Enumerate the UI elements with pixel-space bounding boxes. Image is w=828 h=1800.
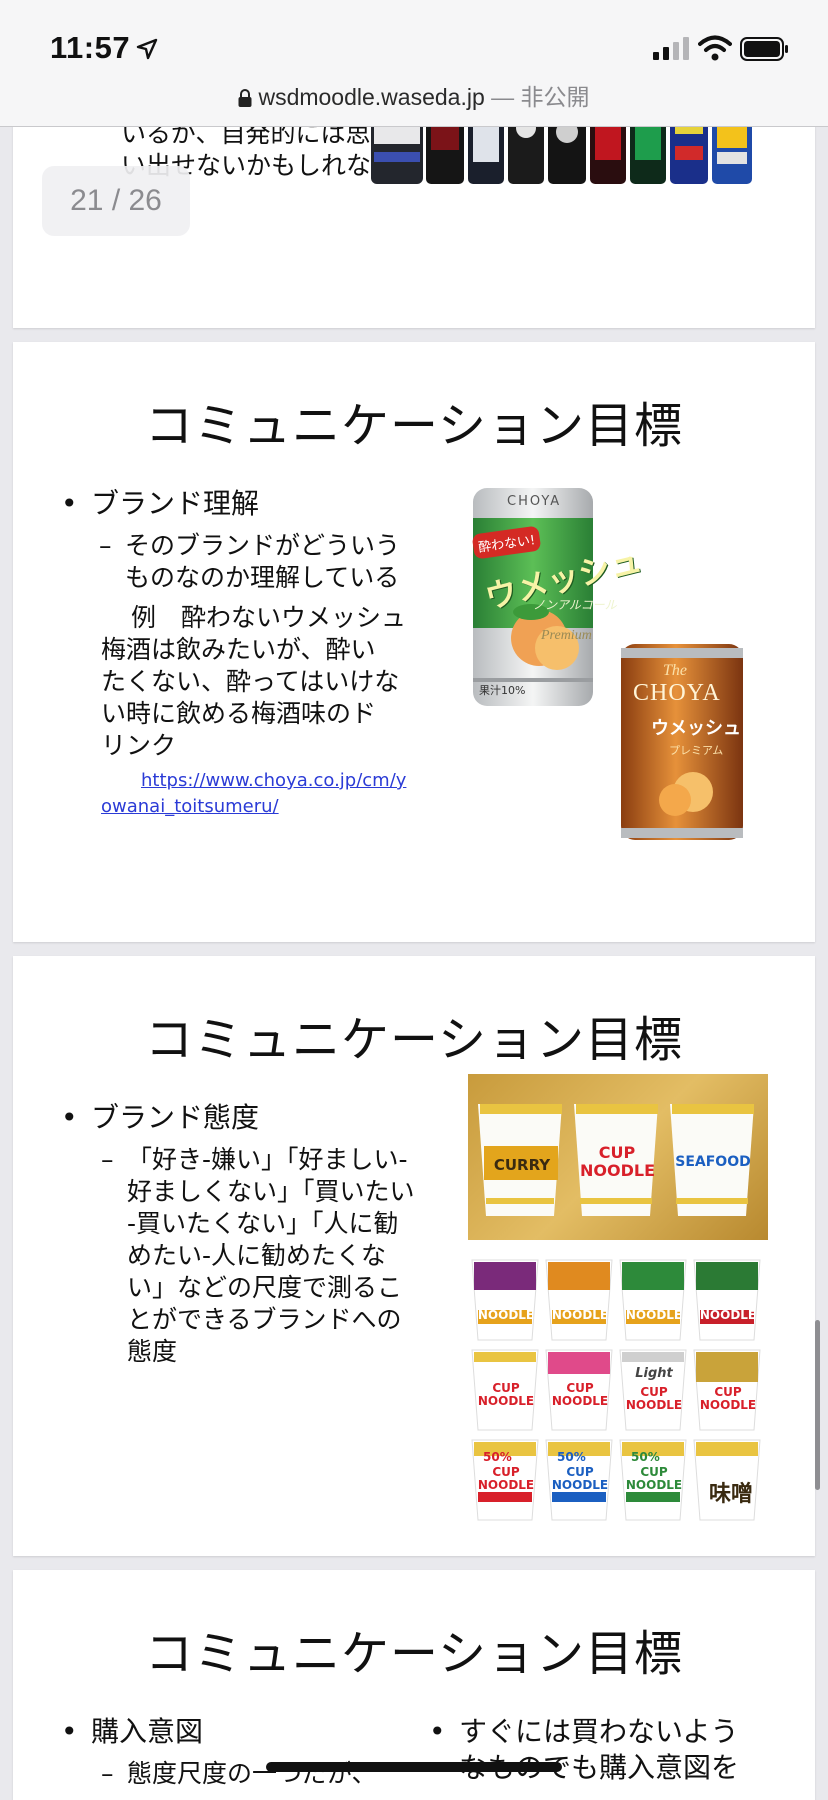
battery-icon: [740, 37, 788, 61]
url-domain: wsdmoodle.waseda.jp: [258, 84, 485, 110]
can1-sub: ノンアルコール: [533, 598, 617, 612]
slide-title: コミュニケーション目標: [144, 1014, 684, 1067]
slide-title: コミュニケーション目標: [144, 400, 684, 453]
cup-seafood-label: SEAFOOD: [675, 1154, 751, 1170]
slide-brand-understanding: コミュニケーション目標 ブランド理解 – そのブランドがどういう ものなのか理解…: [13, 342, 815, 942]
page-counter: 21 / 26: [42, 166, 190, 236]
location-arrow-icon: [136, 38, 158, 60]
grid-cup-label-10: CUP NOODLE: [551, 1465, 609, 1492]
grid-light-label: Light: [635, 1366, 673, 1381]
grid-cup-label-3: CUP NOODLE: [625, 1295, 683, 1322]
grid-cup-label-11: CUP NOODLE: [625, 1465, 683, 1492]
grid-cup-label-4: CUP NOODLE: [699, 1295, 757, 1322]
grid-cup-label-1: CUP NOODLE: [477, 1295, 535, 1322]
bullet-brand-attitude: ブランド態度: [61, 1100, 259, 1136]
bullet-brand-understanding: ブランド理解: [61, 486, 259, 522]
status-time: 11:57: [50, 30, 131, 65]
cup-curry-label: CURRY: [493, 1156, 551, 1174]
can1-premium: Premium: [541, 628, 592, 643]
grid-cup-label-7: CUP NOODLE: [625, 1385, 683, 1412]
slide-title: コミュニケーション目標: [144, 1628, 684, 1681]
bullet-purchase-right: すぐには買わないよう なものでも購入意図を: [429, 1714, 739, 1786]
cup-noodle-label: CUP NOODLE: [580, 1143, 655, 1180]
home-indicator[interactable]: [266, 1762, 562, 1772]
grid-50-label-3: 50%: [631, 1450, 660, 1464]
can2-the: The: [663, 662, 687, 679]
url-privacy-label: — 非公開: [484, 84, 590, 110]
example-text: 例 酔わないウメッシュ 梅酒は飲みたいが、酔い たくない、酔ってはいけな い時に…: [101, 603, 407, 760]
can1-brand: CHOYA: [507, 494, 562, 509]
grid-miso-label: 味噌: [709, 1482, 754, 1507]
can1-juice: 果汁10%: [479, 684, 526, 697]
grid-50-label-2: 50%: [557, 1450, 586, 1464]
cup-noodle-trio-image: CURRY CUP NOODLE SEAFOOD: [468, 1074, 768, 1240]
slide-brand-attitude: コミュニケーション目標 ブランド態度 – 「好き-嫌い」「好ましい- 好ましくな…: [13, 956, 815, 1556]
cellular-signal-icon: [653, 37, 689, 60]
choya-link[interactable]: https://www.choya.co.jp/cm/y owanai_toit…: [101, 768, 406, 820]
scrollbar-thumb[interactable]: [815, 1320, 820, 1490]
can2-name: ウメッシュ: [651, 718, 741, 739]
lock-icon: [238, 89, 252, 107]
grid-cup-label-6: CUP NOODLE: [551, 1381, 609, 1408]
url-bar[interactable]: wsdmoodle.waseda.jp — 非公開: [0, 78, 828, 112]
browser-top-bar: 11:57 wsdmoodle.waseda.jp — 非公開: [0, 0, 828, 127]
grid-50-label-1: 50%: [483, 1450, 512, 1464]
sub-bullet-understanding: – そのブランドがどういう ものなのか理解している: [99, 531, 401, 592]
grid-cup-label-2: CUP NOODLE: [551, 1295, 609, 1322]
grid-cup-label-5: CUP NOODLE: [477, 1381, 535, 1408]
sub-bullet-attitude: – 「好き-嫌い」「好ましい- 好ましくない」「買いたい -買いたくない」「人に…: [101, 1145, 415, 1366]
bullet-purchase-intention: 購入意図: [61, 1714, 203, 1750]
grid-cup-label-8: CUP NOODLE: [699, 1385, 757, 1412]
can2-sub: プレミアム: [669, 744, 724, 757]
grid-cup-label-9: CUP NOODLE: [477, 1465, 535, 1492]
can2-brand: CHOYA: [633, 680, 721, 706]
wifi-icon: [698, 35, 732, 61]
